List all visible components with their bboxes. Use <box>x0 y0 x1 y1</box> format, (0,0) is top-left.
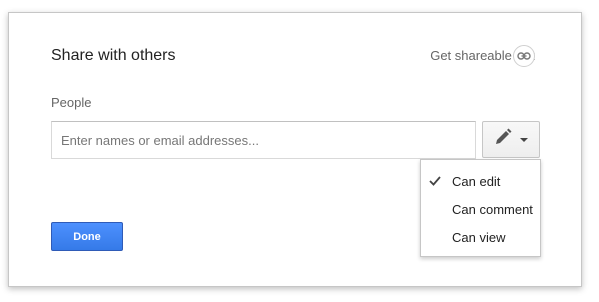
dialog-title: Share with others <box>51 47 176 64</box>
menu-item-can-edit[interactable]: Can edit <box>421 168 540 196</box>
menu-item-label: Can comment <box>452 202 533 217</box>
people-input[interactable] <box>51 121 476 159</box>
share-dialog: Share with others Get shareable link Peo… <box>8 12 582 287</box>
pencil-icon <box>494 128 512 151</box>
permission-dropdown-button[interactable] <box>482 121 540 158</box>
menu-item-label: Can edit <box>452 174 501 189</box>
done-button[interactable]: Done <box>51 222 123 251</box>
people-label: People <box>51 95 92 110</box>
checkmark-icon <box>429 176 441 186</box>
permission-menu: Can edit Can comment Can view <box>420 159 541 257</box>
caret-down-icon <box>520 137 528 142</box>
menu-item-can-comment[interactable]: Can comment <box>421 196 540 224</box>
menu-item-can-view[interactable]: Can view <box>421 224 540 252</box>
link-icon[interactable] <box>513 45 535 67</box>
menu-item-label: Can view <box>452 230 506 245</box>
